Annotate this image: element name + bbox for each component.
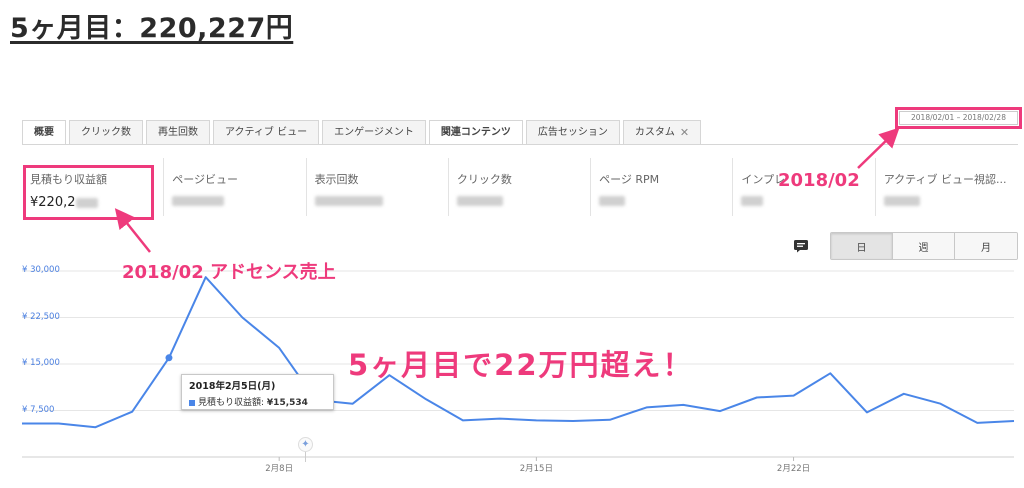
revenue-arrow — [114, 208, 151, 253]
annotation-headline: 5ヶ月目で22万円超え！ — [348, 348, 694, 382]
annotation-month: 2018/02 — [778, 170, 860, 191]
date-arrow — [857, 127, 900, 169]
annotation-revenue: 2018/02 アドセンス売上 — [122, 262, 336, 283]
annotation-arrows — [114, 127, 900, 253]
